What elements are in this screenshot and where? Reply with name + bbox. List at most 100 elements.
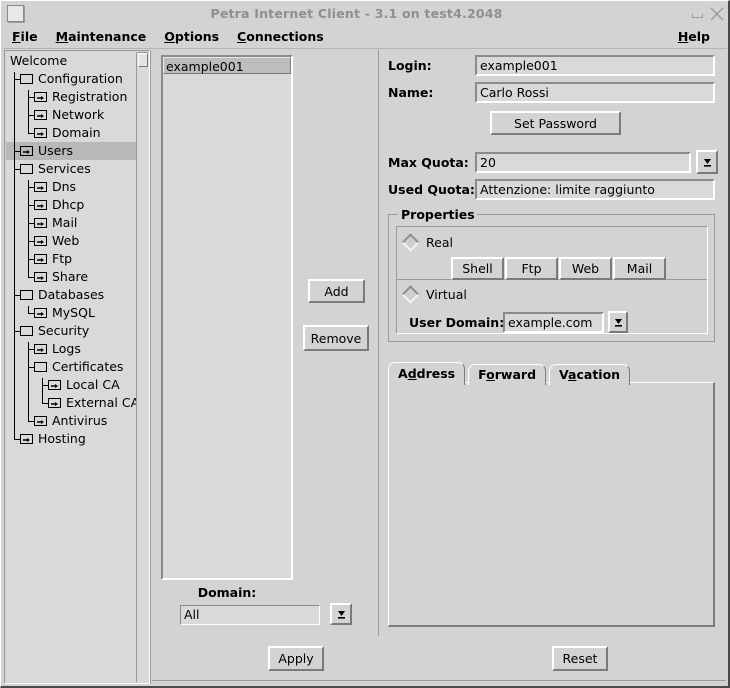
tree-item-label: Dns [52, 179, 77, 194]
tree-item-registration[interactable]: Registration [6, 88, 138, 106]
tree-trunk-line [28, 180, 29, 277]
apply-button[interactable]: Apply [268, 646, 324, 671]
tree-item-mail[interactable]: Mail [6, 214, 138, 232]
tab-forward[interactable]: Forward [468, 364, 547, 385]
set-password-button[interactable]: Set Password [490, 111, 621, 135]
max-quota-label: Max Quota: [388, 155, 469, 170]
tree-item-configuration[interactable]: Configuration [6, 70, 138, 88]
domain-filter-input[interactable]: All [180, 605, 320, 625]
user-domain-field[interactable]: example.com [503, 312, 604, 333]
application-window: Petra Internet Client - 3.1 on test4.204… [0, 0, 730, 688]
tree-item-label: Databases [38, 287, 105, 302]
arrow-right-icon [37, 258, 44, 262]
tree-folder-icon [20, 290, 33, 300]
tree-leaf-icon [34, 182, 47, 192]
menu-file[interactable]: File [3, 27, 47, 46]
tree-item-label: Security [38, 323, 90, 338]
service-button-mail[interactable]: Mail [613, 257, 666, 280]
arrow-right-icon [51, 384, 58, 388]
max-quota-dropdown-button[interactable] [696, 150, 718, 174]
menu-help[interactable]: Help [669, 27, 719, 46]
navigation-tree-panel: Welcome Configuration Registration Network D… [4, 50, 150, 684]
tree-trunk-line [28, 306, 29, 313]
tree-item-label: Web [52, 233, 80, 248]
user-domain-dropdown-button[interactable] [608, 311, 628, 333]
tree-connector [42, 403, 48, 404]
radio-real-label: Real [426, 235, 453, 250]
tree-item-welcome[interactable]: Welcome [6, 52, 138, 70]
tree-item-dhcp[interactable]: Dhcp [6, 196, 138, 214]
tree-item-external-cas[interactable]: External CAs [6, 394, 138, 412]
menu-connections[interactable]: Connections [228, 27, 333, 46]
navigation-tree: Welcome Configuration Registration Network D… [6, 52, 138, 682]
user-domain-label: User Domain: [409, 315, 505, 330]
tree-item-mysql[interactable]: MySQL [6, 304, 138, 322]
arrow-right-icon [37, 186, 44, 190]
tree-item-web[interactable]: Web [6, 232, 138, 250]
service-button-web[interactable]: Web [559, 257, 612, 280]
tree-scrollbar-thumb[interactable] [138, 53, 148, 67]
reset-button[interactable]: Reset [552, 646, 608, 671]
arrow-right-icon [37, 312, 44, 316]
max-quota-field[interactable]: 20 [475, 152, 691, 173]
footer-bar: Apply Reset [152, 638, 726, 683]
radio-virtual-label: Virtual [426, 287, 467, 302]
tree-item-hosting[interactable]: Hosting [6, 430, 138, 448]
radio-diamond-icon [401, 285, 420, 304]
panel-divider-right [378, 50, 379, 636]
close-button[interactable] [708, 6, 725, 21]
menu-options[interactable]: Options [155, 27, 228, 46]
tree-item-domain[interactable]: Domain [6, 124, 138, 142]
list-item[interactable]: example001 [163, 57, 291, 74]
tab-vacation[interactable]: Vacation [549, 364, 631, 385]
tree-item-network[interactable]: Network [6, 106, 138, 124]
footer-divider [152, 680, 726, 681]
service-button-shell[interactable]: Shell [451, 257, 504, 280]
tree-trunk-line [28, 342, 29, 421]
tree-item-security[interactable]: Security [6, 322, 138, 340]
remove-user-button[interactable]: Remove [303, 325, 369, 351]
tree-item-label: Welcome [10, 53, 68, 68]
tree-item-services[interactable]: Services [6, 160, 138, 178]
tree-folder-icon [34, 362, 47, 372]
tree-item-label: MySQL [52, 305, 95, 320]
radio-virtual[interactable]: Virtual [401, 285, 467, 304]
domain-filter-dropdown-button[interactable] [330, 603, 352, 625]
menu-maintenance[interactable]: Maintenance [47, 27, 156, 46]
tree-item-local-ca[interactable]: Local CA [6, 376, 138, 394]
tab-panel-address [388, 382, 715, 627]
tree-item-dns[interactable]: Dns [6, 178, 138, 196]
tree-item-databases[interactable]: Databases [6, 286, 138, 304]
tree-connector [28, 133, 34, 134]
domain-filter-label: Domain: [197, 585, 257, 600]
tree-folder-icon [20, 164, 33, 174]
name-field[interactable]: Carlo Rossi [475, 82, 715, 103]
tree-item-label: Local CA [66, 377, 120, 392]
tree-item-share[interactable]: Share [6, 268, 138, 286]
tree-scrollbar[interactable] [136, 52, 149, 682]
name-label: Name: [388, 85, 434, 100]
service-button-ftp[interactable]: Ftp [505, 257, 558, 280]
tree-connector [28, 421, 34, 422]
login-field[interactable]: example001 [475, 55, 715, 76]
tree-item-certificates[interactable]: Certificates [6, 358, 138, 376]
tree-trunk-line [42, 378, 43, 403]
tree-leaf-icon [34, 218, 47, 228]
radio-real[interactable]: Real [401, 233, 453, 252]
add-user-button[interactable]: Add [308, 279, 365, 303]
user-list-box[interactable]: example001 [161, 55, 293, 580]
minimize-button[interactable] [689, 6, 706, 21]
tree-item-ftp[interactable]: Ftp [6, 250, 138, 268]
tree-item-label: Network [52, 107, 105, 122]
properties-group-title: Properties [399, 207, 477, 222]
used-quota-label: Used Quota: [388, 182, 475, 197]
user-list-panel: example001 Add Remove Domain: All [152, 50, 380, 636]
chevron-down-icon [703, 158, 711, 167]
menu-bar: File Maintenance Options Connections Hel… [3, 25, 727, 49]
tree-item-label: External CAs [66, 395, 138, 410]
tree-item-logs[interactable]: Logs [6, 340, 138, 358]
tree-item-antivirus[interactable]: Antivirus [6, 412, 138, 430]
arrow-right-icon [37, 276, 44, 280]
tree-item-users[interactable]: Users [6, 142, 138, 160]
arrow-right-icon [37, 204, 44, 208]
